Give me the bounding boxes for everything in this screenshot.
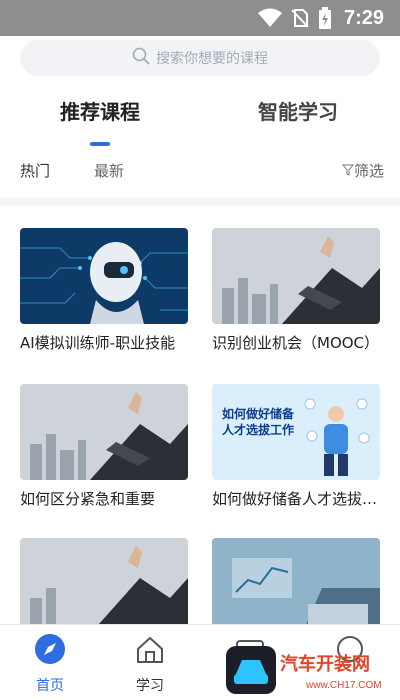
tab-recommended-courses[interactable]: 推荐课程 [60,96,140,125]
compass-icon [34,634,66,669]
course-card[interactable]: AI模拟训练师-职业技能 [20,228,188,353]
svg-text:www.CH17.COM: www.CH17.COM [305,680,382,691]
watermark-logo: 汽车开装网 www.CH17.COM [214,644,396,696]
business-growth-thumbnail [20,538,188,634]
filter-bar: 热门 最新 筛选 [0,160,400,184]
course-card[interactable]: 如何做好储备 人才选拔工作 如何做好储备人才选拔工作 [212,384,380,509]
business-growth-thumbnail [20,384,188,480]
course-card[interactable]: 如何区分紧急和重要 [20,384,188,509]
course-title: AI模拟训练师-职业技能 [20,334,176,352]
search-icon [132,47,150,69]
course-title: 如何区分紧急和重要 [20,490,156,508]
tab-smart-learning[interactable]: 智能学习 [258,96,338,125]
course-title: 如何做好储备人才选拔工作 [212,490,380,508]
battery-charging-icon [318,7,332,29]
filter-button[interactable]: 筛选 [341,160,384,181]
search-placeholder: 搜索你想要的课程 [156,51,268,67]
course-card[interactable]: 识别创业机会（MOOC） [212,228,380,353]
data-chart-thumbnail [212,538,380,634]
nav-study-label: 学习 [136,678,164,694]
course-tabs: 推荐课程 智能学习 [0,96,400,152]
wifi-icon [257,8,282,28]
talent-selection-thumbnail: 如何做好储备 人才选拔工作 [212,384,380,480]
section-divider [0,198,400,206]
nav-study[interactable]: 学习 [100,633,200,695]
robot-ai-thumbnail [20,228,188,324]
course-title: 识别创业机会（MOOC） [212,334,380,352]
status-time: 7:29 [343,6,384,29]
filter-funnel-icon [341,162,355,180]
home-icon [134,636,166,669]
filter-hot[interactable]: 热门 [20,160,50,181]
nav-home[interactable]: 首页 [0,633,100,695]
search-input[interactable]: 搜索你想要的课程 [20,40,380,76]
nav-home-label: 首页 [36,678,64,694]
business-growth-thumbnail [212,228,380,324]
search-area: 搜索你想要的课程 [0,36,400,82]
status-bar: 7:29 [0,0,400,36]
svg-text:汽车开装网: 汽车开装网 [280,653,370,675]
filter-button-label: 筛选 [353,162,384,180]
no-sim-icon [290,8,310,28]
active-tab-indicator [90,142,110,146]
filter-new[interactable]: 最新 [94,160,124,181]
